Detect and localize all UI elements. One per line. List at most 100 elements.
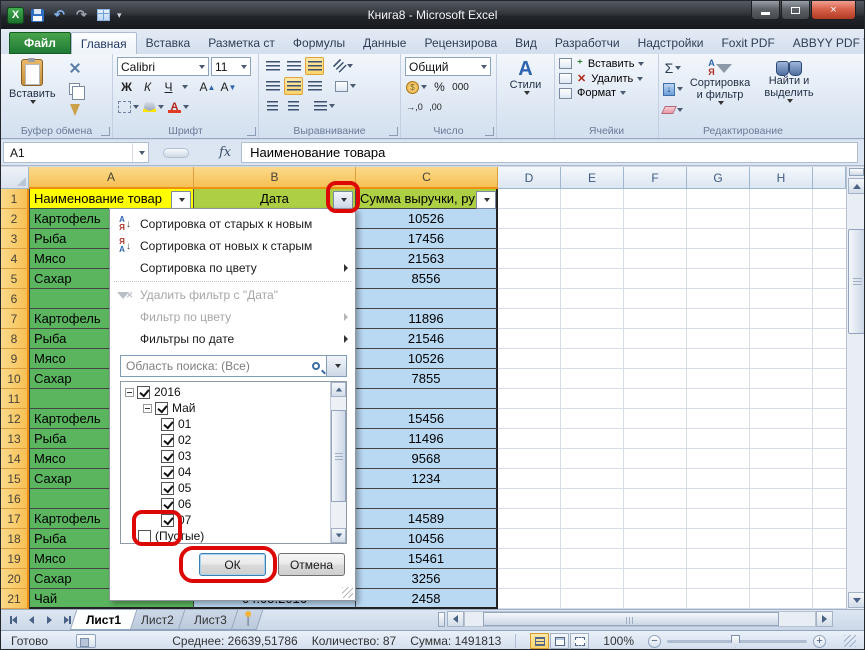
row-header[interactable]: 17	[1, 509, 29, 529]
row-header[interactable]: 9	[1, 349, 29, 369]
tab-abbyy[interactable]: ABBYY PDF T	[784, 32, 865, 54]
tab-developer[interactable]: Разработчи	[546, 32, 629, 54]
menu-sort-newest-oldest[interactable]: ЯА↓ Сортировка от новых к старым	[110, 235, 355, 257]
row-header[interactable]: 2	[1, 209, 29, 229]
checkbox-06[interactable]	[161, 498, 174, 511]
search-combo-button[interactable]	[327, 355, 347, 377]
borders-button[interactable]	[117, 98, 140, 116]
tab-page-layout[interactable]: Разметка ст	[199, 32, 284, 54]
customize-qat-button[interactable]: ▾	[117, 10, 121, 21]
menu-sort-by-color[interactable]: Сортировка по цвету	[110, 257, 355, 279]
delete-cells-button[interactable]: ✕Удалить	[559, 72, 654, 85]
align-left-button[interactable]	[263, 77, 282, 95]
row-header[interactable]: 5	[1, 269, 29, 289]
row-header[interactable]: 6	[1, 289, 29, 309]
clear-button[interactable]	[663, 101, 683, 119]
font-color-button[interactable]: А	[167, 98, 190, 116]
cell[interactable]: 10456	[356, 529, 498, 549]
find-select-button[interactable]: Найти и выделить	[757, 57, 821, 119]
font-dialog-launcher[interactable]	[247, 127, 256, 136]
tab-formulas[interactable]: Формулы	[284, 32, 354, 54]
tree-item-04[interactable]: 04	[121, 464, 346, 480]
cell[interactable]	[356, 489, 498, 509]
cell[interactable]: 3256	[356, 569, 498, 589]
tree-scroll-up[interactable]	[331, 382, 346, 397]
percent-button[interactable]: %	[430, 78, 449, 96]
filter-dropdown-a[interactable]	[171, 191, 191, 209]
filter-dropdown-c[interactable]	[476, 191, 496, 209]
scroll-up-button[interactable]	[848, 178, 865, 194]
cell[interactable]: 2458	[356, 589, 498, 609]
save-button[interactable]	[29, 7, 46, 24]
redo-button[interactable]: ↷	[73, 7, 90, 24]
cell[interactable]: 15461	[356, 549, 498, 569]
zoom-in-button[interactable]: +	[813, 635, 826, 648]
number-dialog-launcher[interactable]	[485, 127, 494, 136]
cell[interactable]	[356, 389, 498, 409]
shrink-font-button[interactable]: А▼	[219, 78, 238, 96]
cell-a1[interactable]: Наименование товар	[29, 189, 194, 209]
tree-item-may[interactable]: Май	[121, 400, 346, 416]
tab-review[interactable]: Рецензирова	[415, 32, 506, 54]
fill-button[interactable]: ↓	[663, 80, 683, 98]
cancel-button[interactable]: Отмена	[278, 553, 345, 576]
menu-sort-oldest-newest[interactable]: АЯ↓ Сортировка от старых к новым	[110, 213, 355, 235]
collapse-icon[interactable]	[125, 388, 134, 397]
scroll-down-button[interactable]	[848, 592, 865, 608]
formula-bar-handle[interactable]	[163, 148, 189, 158]
tree-scroll-down[interactable]	[331, 528, 346, 543]
sort-filter-button[interactable]: АЯ Сортировка и фильтр	[683, 57, 757, 119]
increase-indent-button[interactable]	[284, 97, 303, 115]
col-header-e[interactable]: E	[561, 167, 624, 189]
checkbox-02[interactable]	[161, 434, 174, 447]
cut-button[interactable]	[65, 59, 85, 77]
tab-home[interactable]: Главная	[71, 32, 137, 54]
cell[interactable]: 10526	[356, 209, 498, 229]
orientation-button[interactable]	[334, 57, 354, 75]
col-header-c[interactable]: C	[356, 167, 498, 189]
italic-button[interactable]: К	[138, 78, 157, 96]
zoom-slider-thumb[interactable]	[731, 635, 740, 648]
cell[interactable]: 21563	[356, 249, 498, 269]
font-size-combo[interactable]: 11	[211, 57, 251, 76]
format-cells-button[interactable]: Формат	[559, 87, 654, 99]
table-tool-button[interactable]	[95, 7, 112, 24]
wrap-text-button[interactable]	[313, 97, 336, 115]
row-header[interactable]: 20	[1, 569, 29, 589]
excel-logo-icon[interactable]: X	[7, 7, 24, 24]
tree-scroll-thumb[interactable]	[331, 410, 346, 502]
tree-item-01[interactable]: 01	[121, 416, 346, 432]
cell[interactable]: 7855	[356, 369, 498, 389]
alignment-dialog-launcher[interactable]	[389, 127, 398, 136]
undo-button[interactable]: ↶	[51, 7, 68, 24]
checkbox-03[interactable]	[161, 450, 174, 463]
menu-filter-by-color[interactable]: Фильтр по цвету	[110, 306, 355, 328]
checkbox-04[interactable]	[161, 466, 174, 479]
horizontal-split-handle[interactable]	[438, 612, 445, 627]
row-header[interactable]: 11	[1, 389, 29, 409]
menu-clear-filter[interactable]: ✕ Удалить фильтр с "Дата"	[110, 284, 355, 306]
checkbox-may[interactable]	[155, 402, 168, 415]
row-header[interactable]: 12	[1, 409, 29, 429]
zoom-level[interactable]: 100%	[603, 634, 634, 648]
tree-item-03[interactable]: 03	[121, 448, 346, 464]
insert-function-button[interactable]: fx	[219, 145, 231, 160]
close-button[interactable]: ×	[811, 1, 856, 20]
decrease-indent-button[interactable]	[263, 97, 282, 115]
col-header-f[interactable]: F	[624, 167, 687, 189]
cell[interactable]: 21546	[356, 329, 498, 349]
scroll-right-button[interactable]	[816, 611, 833, 627]
align-right-button[interactable]	[305, 77, 324, 95]
vertical-scroll-thumb[interactable]	[848, 229, 865, 334]
align-bottom-button[interactable]	[305, 57, 324, 75]
zoom-out-button[interactable]: −	[648, 635, 661, 648]
align-center-button[interactable]	[284, 77, 303, 95]
row-header[interactable]: 4	[1, 249, 29, 269]
vertical-scrollbar[interactable]	[846, 167, 865, 609]
currency-button[interactable]: $	[405, 78, 428, 96]
macro-record-button[interactable]	[76, 634, 96, 648]
styles-button[interactable]: А Стили	[501, 57, 550, 97]
tree-item-2016[interactable]: 2016	[121, 384, 346, 400]
col-header-g[interactable]: G	[687, 167, 750, 189]
tab-view[interactable]: Вид	[506, 32, 546, 54]
